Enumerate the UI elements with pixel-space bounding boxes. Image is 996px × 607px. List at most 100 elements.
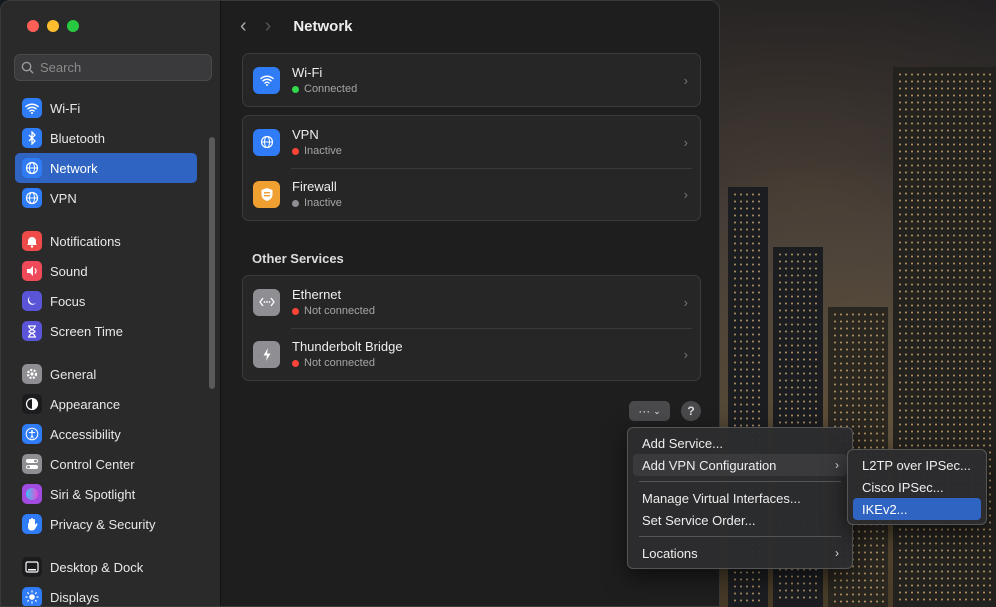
menu-item-label: Set Service Order... xyxy=(642,512,756,528)
submenu-chevron-icon: › xyxy=(835,458,839,472)
sidebar-item-notifications[interactable]: Notifications xyxy=(15,226,197,256)
service-title: Ethernet xyxy=(292,287,342,302)
sidebar-item-bluetooth[interactable]: Bluetooth xyxy=(15,123,197,153)
sun-icon xyxy=(22,587,42,606)
sidebar-item-sound[interactable]: Sound xyxy=(15,256,197,286)
chevron-right-icon: › xyxy=(683,72,688,88)
chevron-right-icon: › xyxy=(683,186,688,202)
other-services-group: Ethernet Not connected › Thunderbolt Bridge… xyxy=(242,275,701,381)
service-status: Not connected xyxy=(292,357,403,369)
sidebar-item-label: Desktop & Dock xyxy=(50,559,144,575)
service-text: VPN Inactive xyxy=(292,127,342,157)
globe-icon xyxy=(253,128,280,156)
status-dot xyxy=(292,359,299,367)
sidebar-item-label: Network xyxy=(50,160,98,176)
other-services-heading: Other Services xyxy=(252,251,344,266)
toolbar: ‹ › Network xyxy=(222,1,719,51)
service-row-vpn[interactable]: VPN Inactive › xyxy=(243,116,700,168)
menu-item-add-vpn-configuration[interactable]: Add VPN Configuration › xyxy=(633,454,847,476)
sidebar-list: Wi-Fi Bluetooth Network VPN Notifications Sou… xyxy=(15,93,197,606)
sidebar-item-desktop-dock[interactable]: Desktop & Dock xyxy=(15,552,197,582)
vpn-firewall-group: VPN Inactive › Firewall Inactive › xyxy=(242,115,701,221)
sidebar-item-vpn[interactable]: VPN xyxy=(15,183,197,213)
menu-item-l2tp-over-ipsec[interactable]: L2TP over IPSec... xyxy=(853,454,981,476)
vpn-submenu: L2TP over IPSec... Cisco IPSec... IKEv2... xyxy=(847,449,987,525)
menu-separator xyxy=(639,481,841,482)
sidebar-item-siri-spotlight[interactable]: Siri & Spotlight xyxy=(15,479,197,509)
globe-icon xyxy=(22,188,42,208)
sidebar-item-accessibility[interactable]: Accessibility xyxy=(15,419,197,449)
bell-icon xyxy=(22,231,42,251)
chevron-right-icon: › xyxy=(683,294,688,310)
menu-item-label: Locations xyxy=(642,545,698,561)
globe-icon xyxy=(22,158,42,178)
menu-item-manage-virtual-interfaces[interactable]: Manage Virtual Interfaces... xyxy=(633,487,847,509)
menu-item-ikev2[interactable]: IKEv2... xyxy=(853,498,981,520)
forward-button[interactable]: › xyxy=(265,16,272,36)
back-button[interactable]: ‹ xyxy=(240,16,247,36)
service-text: Ethernet Not connected xyxy=(292,287,375,317)
wifi-group: Wi-Fi Connected › xyxy=(242,53,701,107)
sidebar-scrollbar[interactable] xyxy=(209,137,215,389)
wifi-icon xyxy=(22,98,42,118)
sidebar-item-control-center[interactable]: Control Center xyxy=(15,449,197,479)
sidebar-item-wi-fi[interactable]: Wi-Fi xyxy=(15,93,197,123)
sidebar-item-label: Focus xyxy=(50,293,86,309)
sidebar-item-label: Control Center xyxy=(50,456,135,472)
service-row-thunderbolt-bridge[interactable]: Thunderbolt Bridge Not connected › xyxy=(243,328,700,380)
service-row-wi-fi[interactable]: Wi-Fi Connected › xyxy=(243,54,700,106)
service-status: Connected xyxy=(292,83,357,95)
gear-icon xyxy=(22,364,42,384)
search-field[interactable] xyxy=(14,54,212,81)
sidebar: Wi-Fi Bluetooth Network VPN Notifications Sou… xyxy=(1,1,221,606)
menu-item-set-service-order[interactable]: Set Service Order... xyxy=(633,509,847,531)
ethernet-icon xyxy=(253,288,280,316)
service-status: Inactive xyxy=(292,145,342,157)
help-button[interactable]: ? xyxy=(681,401,701,421)
sidebar-item-displays[interactable]: Displays xyxy=(15,582,197,606)
more-actions-button[interactable]: ··· ⌄ xyxy=(629,401,670,421)
actions-menu: Add Service... Add VPN Configuration › Mana… xyxy=(627,427,853,569)
service-title: Firewall xyxy=(292,179,337,194)
sidebar-separator xyxy=(15,213,197,226)
service-row-ethernet[interactable]: Ethernet Not connected › xyxy=(243,276,700,328)
sidebar-item-network[interactable]: Network xyxy=(15,153,197,183)
sidebar-item-label: Wi-Fi xyxy=(50,100,81,116)
siri-icon xyxy=(22,484,42,504)
status-dot xyxy=(292,199,299,207)
sidebar-item-screen-time[interactable]: Screen Time xyxy=(15,316,197,346)
sidebar-item-label: Displays xyxy=(50,589,100,605)
service-status-text: Inactive xyxy=(304,145,342,157)
accessibility-icon xyxy=(22,424,42,444)
menu-item-label: Cisco IPSec... xyxy=(862,479,944,495)
sidebar-item-privacy-security[interactable]: Privacy & Security xyxy=(15,509,197,539)
sidebar-item-label: Sound xyxy=(50,263,88,279)
service-status: Inactive xyxy=(292,197,342,209)
sidebar-item-label: Privacy & Security xyxy=(50,516,156,532)
sidebar-item-appearance[interactable]: Appearance xyxy=(15,389,197,419)
sidebar-item-label: Screen Time xyxy=(50,323,123,339)
chevron-right-icon: › xyxy=(683,346,688,362)
sidebar-item-focus[interactable]: Focus xyxy=(15,286,197,316)
window-controls xyxy=(27,20,79,32)
close-button[interactable] xyxy=(27,20,39,32)
status-dot xyxy=(292,85,299,93)
sidebar-item-label: VPN xyxy=(50,190,77,206)
sidebar-item-general[interactable]: General xyxy=(15,359,197,389)
toggles-icon xyxy=(22,454,42,474)
search-input[interactable] xyxy=(40,60,200,75)
menu-item-add-service[interactable]: Add Service... xyxy=(633,432,847,454)
status-dot xyxy=(292,307,299,315)
more-label: ··· xyxy=(638,404,651,418)
bluetooth-icon xyxy=(22,128,42,148)
menu-item-cisco-ipsec[interactable]: Cisco IPSec... xyxy=(853,476,981,498)
zoom-button[interactable] xyxy=(67,20,79,32)
hand-icon xyxy=(22,514,42,534)
submenu-chevron-icon: › xyxy=(835,546,839,560)
service-text: Wi-Fi Connected xyxy=(292,65,357,95)
menu-item-locations[interactable]: Locations › xyxy=(633,542,847,564)
speaker-icon xyxy=(22,261,42,281)
service-row-firewall[interactable]: Firewall Inactive › xyxy=(243,168,700,220)
service-status: Not connected xyxy=(292,305,375,317)
minimize-button[interactable] xyxy=(47,20,59,32)
